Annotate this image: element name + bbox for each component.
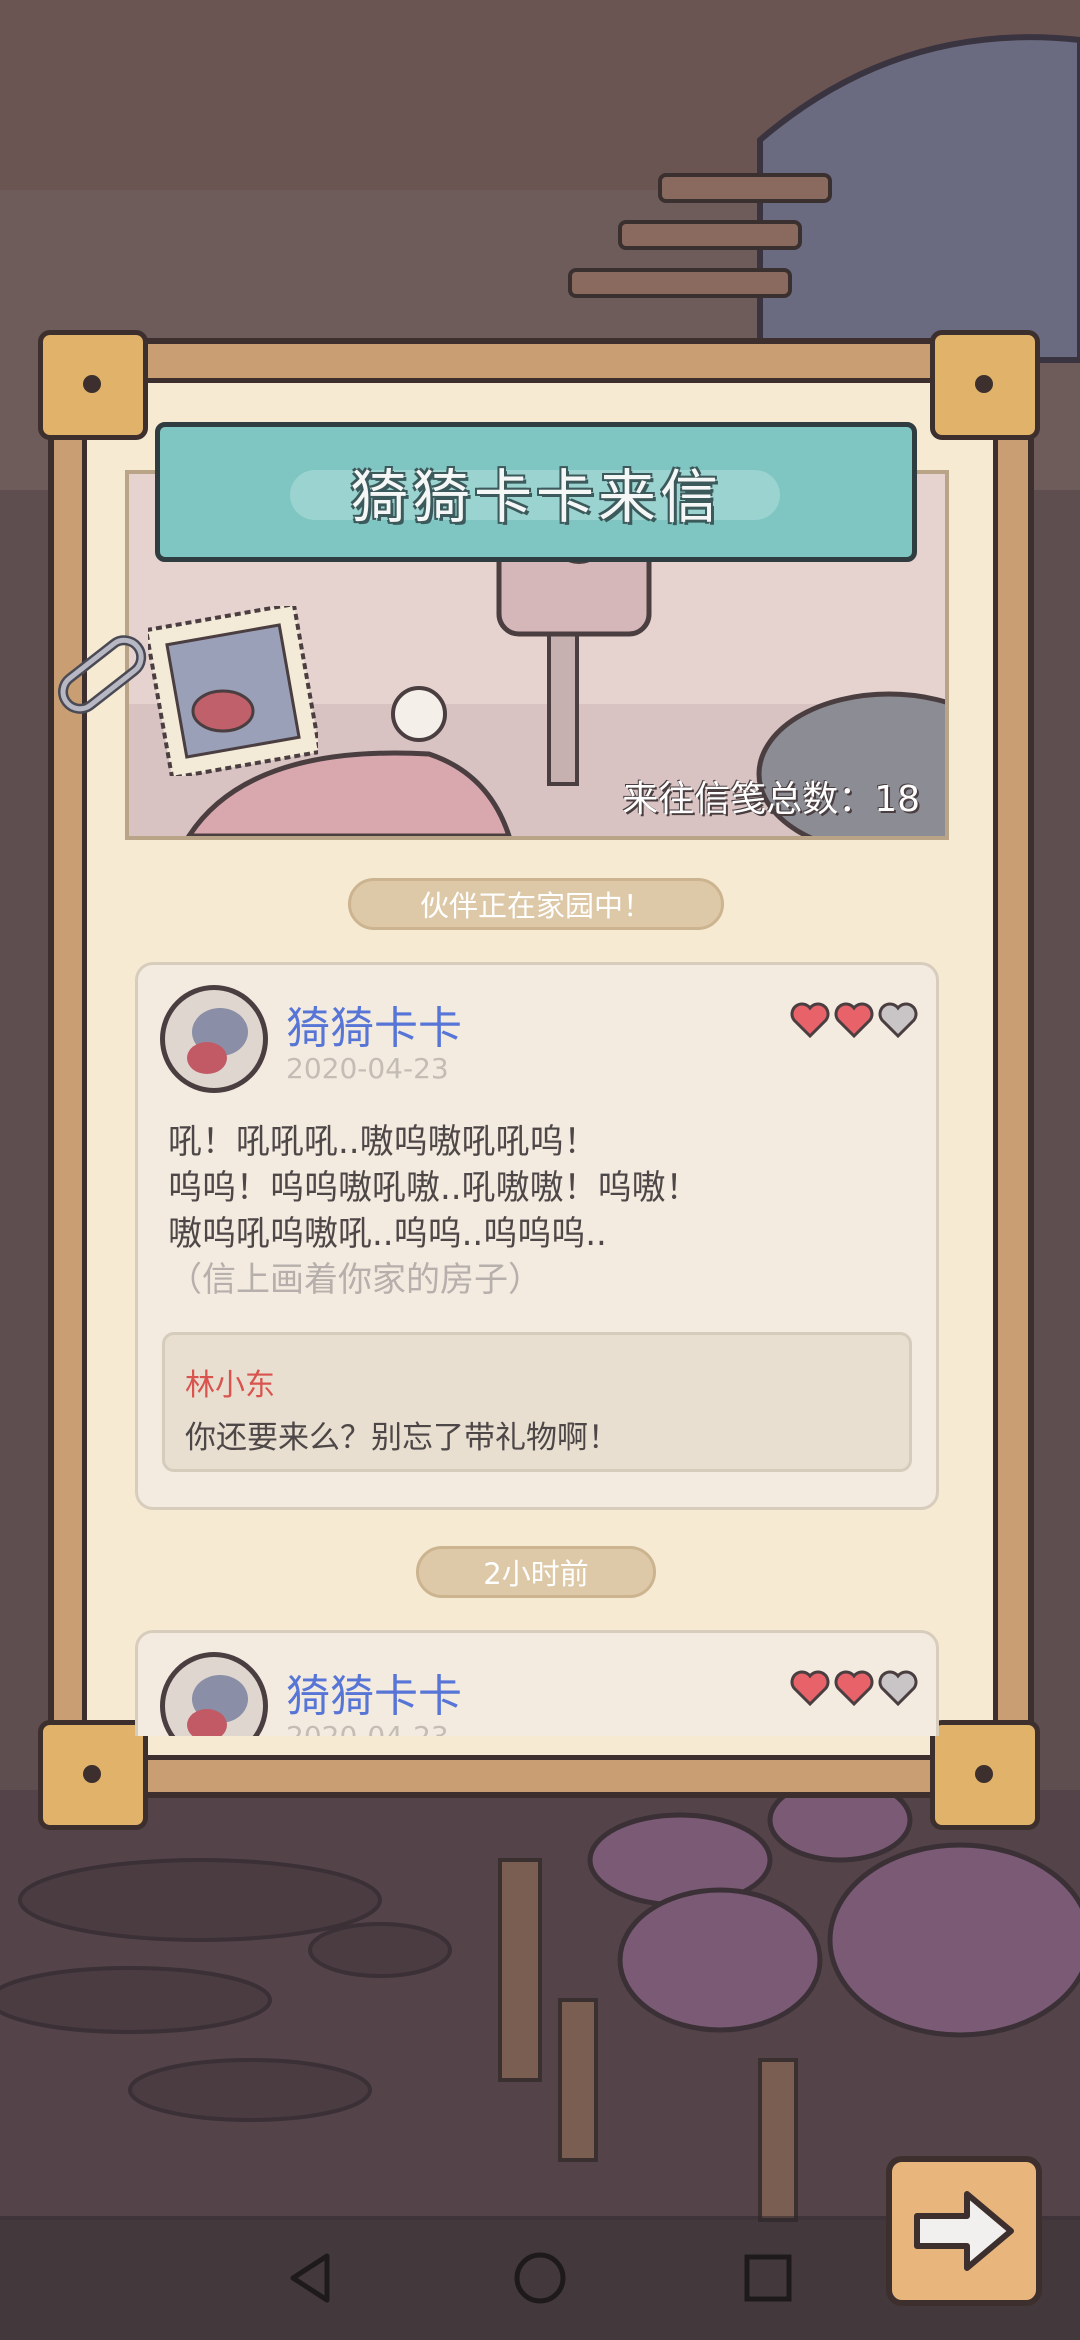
arrow-right-icon — [914, 2191, 1014, 2271]
letter-body-line: 呜呜！呜呜嗷吼嗷..吼嗷嗷！呜嗷！ — [168, 1168, 700, 1208]
letter-list-clip: 猗猗卡卡 2020-04-23 — [82, 1620, 998, 1736]
nav-home-icon[interactable] — [500, 2238, 580, 2318]
heart-empty-icon — [878, 1002, 918, 1038]
heart-filled-icon — [790, 1670, 830, 1706]
time-separator: 2小时前 — [416, 1546, 656, 1598]
reply-author: 林小东 — [185, 1368, 275, 1403]
frame-corner-top-left — [38, 330, 148, 440]
affection-hearts — [790, 1002, 918, 1038]
letter-body-line: 嗷呜吼呜嗷吼..呜呜..呜呜呜.. — [168, 1214, 607, 1254]
letter-note: （信上画着你家的房子） — [168, 1260, 542, 1300]
stamp-icon — [148, 606, 318, 776]
frame-corner-top-right — [930, 330, 1040, 440]
nav-recents-icon[interactable] — [728, 2238, 808, 2318]
affection-hearts — [790, 1670, 918, 1706]
letter-title: 猗猗卡卡来信 — [349, 463, 722, 531]
mole-avatar-icon — [187, 1675, 248, 1736]
next-button[interactable] — [886, 2156, 1042, 2306]
heart-filled-icon — [834, 1670, 874, 1706]
heart-filled-icon — [790, 1002, 830, 1038]
total-letters-count: 来往信笺总数：18 — [622, 779, 920, 820]
paperclip-icon — [58, 635, 147, 714]
letter-body-line: 吼！吼吼吼..嗷呜嗷吼吼呜！ — [168, 1122, 598, 1162]
reply-text: 你还要来么？别忘了带礼物啊！ — [185, 1420, 619, 1456]
partner-status-badge: 伙伴正在家园中！ — [348, 878, 724, 930]
sender-name: 猗猗卡卡 — [286, 1671, 462, 1722]
heart-filled-icon — [834, 1002, 874, 1038]
letter-date: 2020-04-23 — [286, 1720, 449, 1736]
heart-empty-icon — [878, 1670, 918, 1706]
sender-avatar[interactable] — [160, 985, 268, 1093]
nav-back-icon[interactable] — [270, 2238, 350, 2318]
sender-name: 猗猗卡卡 — [286, 1003, 462, 1054]
mole-avatar-icon — [187, 1008, 248, 1074]
letter-date: 2020-04-23 — [286, 1052, 449, 1085]
frame-corner-bottom-left — [38, 1720, 148, 1830]
frame-corner-bottom-right — [930, 1720, 1040, 1830]
